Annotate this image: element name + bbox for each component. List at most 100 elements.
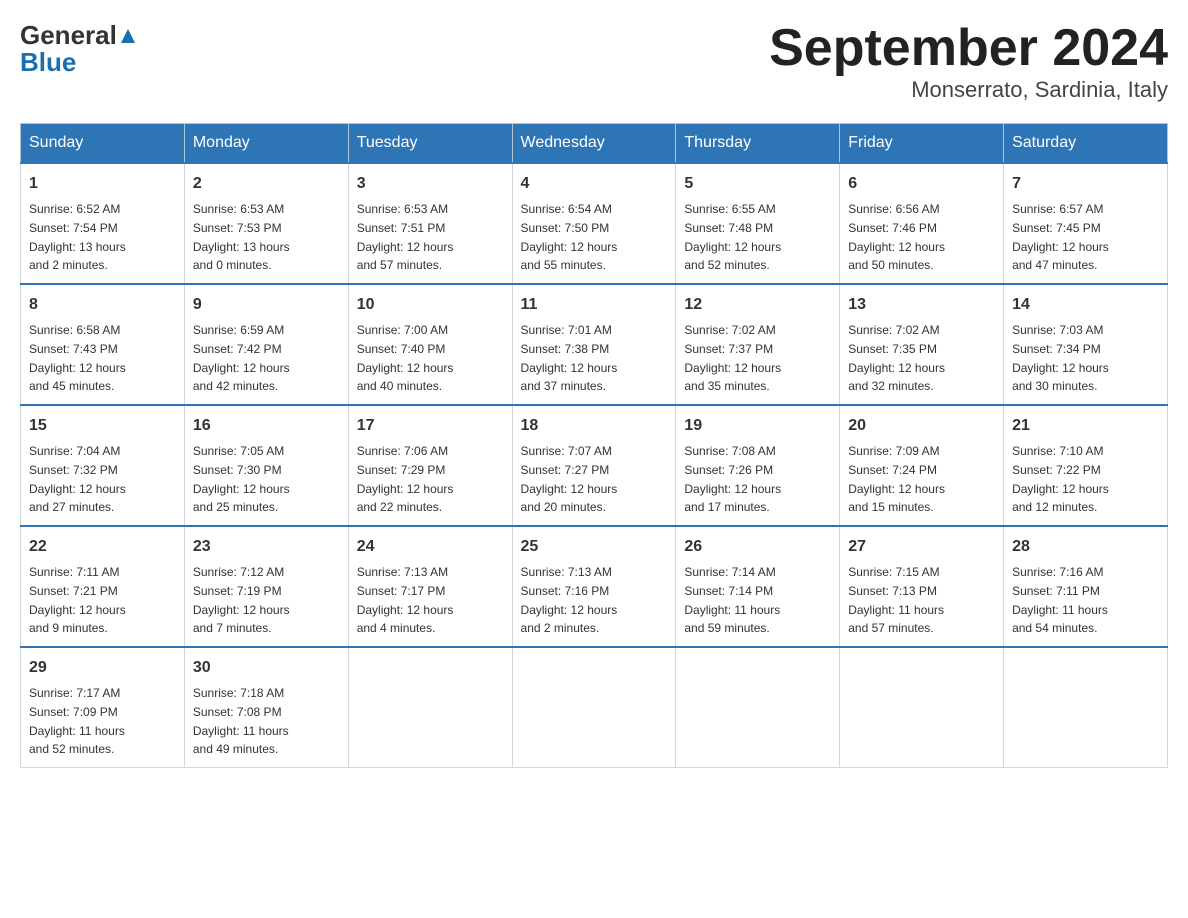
table-row: 18 Sunrise: 7:07 AMSunset: 7:27 PMDayligh… [512, 405, 676, 526]
table-row: 28 Sunrise: 7:16 AMSunset: 7:11 PMDayligh… [1004, 526, 1168, 647]
day-number: 23 [193, 535, 340, 559]
day-info: Sunrise: 6:56 AMSunset: 7:46 PMDaylight:… [848, 202, 945, 272]
table-row: 3Sunrise: 6:53 AMSunset: 7:51 PMDaylight… [348, 163, 512, 284]
header-saturday: Saturday [1004, 124, 1168, 164]
table-row: 17 Sunrise: 7:06 AMSunset: 7:29 PMDayligh… [348, 405, 512, 526]
weekday-header-row: Sunday Monday Tuesday Wednesday Thursday… [21, 124, 1168, 164]
table-row: 24 Sunrise: 7:13 AMSunset: 7:17 PMDayligh… [348, 526, 512, 647]
calendar-week-row: 29 Sunrise: 7:17 AMSunset: 7:09 PMDayligh… [21, 647, 1168, 768]
day-number: 10 [357, 293, 504, 317]
table-row [840, 647, 1004, 768]
header-wednesday: Wednesday [512, 124, 676, 164]
day-number: 19 [684, 414, 831, 438]
day-info: Sunrise: 7:10 AMSunset: 7:22 PMDaylight:… [1012, 444, 1109, 514]
day-info: Sunrise: 6:59 AMSunset: 7:42 PMDaylight:… [193, 323, 290, 393]
table-row: 8 Sunrise: 6:58 AMSunset: 7:43 PMDaylight… [21, 284, 185, 405]
day-info: Sunrise: 6:54 AMSunset: 7:50 PMDaylight:… [521, 202, 618, 272]
day-number: 17 [357, 414, 504, 438]
day-info: Sunrise: 7:11 AMSunset: 7:21 PMDaylight:… [29, 565, 126, 635]
table-row: 25 Sunrise: 7:13 AMSunset: 7:16 PMDayligh… [512, 526, 676, 647]
table-row: 16Sunrise: 7:05 AMSunset: 7:30 PMDayligh… [184, 405, 348, 526]
table-row: 15 Sunrise: 7:04 AMSunset: 7:32 PMDayligh… [21, 405, 185, 526]
calendar-week-row: 22 Sunrise: 7:11 AMSunset: 7:21 PMDayligh… [21, 526, 1168, 647]
day-info: Sunrise: 7:15 AMSunset: 7:13 PMDaylight:… [848, 565, 944, 635]
table-row: 20 Sunrise: 7:09 AMSunset: 7:24 PMDayligh… [840, 405, 1004, 526]
day-info: Sunrise: 6:53 AMSunset: 7:53 PMDaylight:… [193, 202, 290, 272]
page-header: General Blue September 2024 Monserrato, … [20, 20, 1168, 103]
day-info: Sunrise: 7:13 AMSunset: 7:16 PMDaylight:… [521, 565, 618, 635]
header-friday: Friday [840, 124, 1004, 164]
calendar-table: Sunday Monday Tuesday Wednesday Thursday… [20, 123, 1168, 768]
day-info: Sunrise: 7:00 AMSunset: 7:40 PMDaylight:… [357, 323, 454, 393]
day-number: 8 [29, 293, 176, 317]
table-row: 10 Sunrise: 7:00 AMSunset: 7:40 PMDayligh… [348, 284, 512, 405]
day-info: Sunrise: 6:55 AMSunset: 7:48 PMDaylight:… [684, 202, 781, 272]
day-info: Sunrise: 7:06 AMSunset: 7:29 PMDaylight:… [357, 444, 454, 514]
day-number: 9 [193, 293, 340, 317]
day-info: Sunrise: 6:57 AMSunset: 7:45 PMDaylight:… [1012, 202, 1109, 272]
day-number: 18 [521, 414, 668, 438]
header-thursday: Thursday [676, 124, 840, 164]
table-row: 23Sunrise: 7:12 AMSunset: 7:19 PMDayligh… [184, 526, 348, 647]
table-row [1004, 647, 1168, 768]
table-row: 11 Sunrise: 7:01 AMSunset: 7:38 PMDayligh… [512, 284, 676, 405]
day-number: 3 [357, 172, 504, 196]
day-info: Sunrise: 7:18 AMSunset: 7:08 PMDaylight:… [193, 686, 289, 756]
table-row: 29 Sunrise: 7:17 AMSunset: 7:09 PMDayligh… [21, 647, 185, 768]
day-info: Sunrise: 7:17 AMSunset: 7:09 PMDaylight:… [29, 686, 125, 756]
day-info: Sunrise: 7:14 AMSunset: 7:14 PMDaylight:… [684, 565, 780, 635]
day-number: 5 [684, 172, 831, 196]
table-row: 1 Sunrise: 6:52 AMSunset: 7:54 PMDaylight… [21, 163, 185, 284]
day-number: 21 [1012, 414, 1159, 438]
title-area: September 2024 Monserrato, Sardinia, Ita… [769, 20, 1168, 103]
day-number: 7 [1012, 172, 1159, 196]
day-number: 12 [684, 293, 831, 317]
day-info: Sunrise: 6:58 AMSunset: 7:43 PMDaylight:… [29, 323, 126, 393]
day-info: Sunrise: 6:52 AMSunset: 7:54 PMDaylight:… [29, 202, 126, 272]
table-row: 22 Sunrise: 7:11 AMSunset: 7:21 PMDayligh… [21, 526, 185, 647]
calendar-week-row: 15 Sunrise: 7:04 AMSunset: 7:32 PMDayligh… [21, 405, 1168, 526]
logo-blue: Blue [20, 47, 137, 78]
day-info: Sunrise: 7:04 AMSunset: 7:32 PMDaylight:… [29, 444, 126, 514]
table-row: 30 Sunrise: 7:18 AMSunset: 7:08 PMDayligh… [184, 647, 348, 768]
table-row: 21 Sunrise: 7:10 AMSunset: 7:22 PMDayligh… [1004, 405, 1168, 526]
day-number: 4 [521, 172, 668, 196]
day-number: 22 [29, 535, 176, 559]
day-number: 1 [29, 172, 176, 196]
day-number: 28 [1012, 535, 1159, 559]
day-number: 6 [848, 172, 995, 196]
calendar-week-row: 1 Sunrise: 6:52 AMSunset: 7:54 PMDaylight… [21, 163, 1168, 284]
day-number: 11 [521, 293, 668, 317]
day-number: 26 [684, 535, 831, 559]
day-info: Sunrise: 7:09 AMSunset: 7:24 PMDaylight:… [848, 444, 945, 514]
day-info: Sunrise: 7:02 AMSunset: 7:37 PMDaylight:… [684, 323, 781, 393]
table-row: 27 Sunrise: 7:15 AMSunset: 7:13 PMDayligh… [840, 526, 1004, 647]
day-number: 25 [521, 535, 668, 559]
logo: General Blue [20, 20, 137, 78]
day-info: Sunrise: 7:01 AMSunset: 7:38 PMDaylight:… [521, 323, 618, 393]
table-row: 14Sunrise: 7:03 AMSunset: 7:34 PMDayligh… [1004, 284, 1168, 405]
day-info: Sunrise: 7:02 AMSunset: 7:35 PMDaylight:… [848, 323, 945, 393]
day-info: Sunrise: 7:13 AMSunset: 7:17 PMDaylight:… [357, 565, 454, 635]
header-sunday: Sunday [21, 124, 185, 164]
table-row [512, 647, 676, 768]
table-row: 19 Sunrise: 7:08 AMSunset: 7:26 PMDayligh… [676, 405, 840, 526]
day-number: 29 [29, 656, 176, 680]
day-number: 2 [193, 172, 340, 196]
logo-triangle-icon [119, 27, 137, 45]
month-title: September 2024 [769, 20, 1168, 77]
day-info: Sunrise: 7:08 AMSunset: 7:26 PMDaylight:… [684, 444, 781, 514]
day-number: 27 [848, 535, 995, 559]
table-row: 6 Sunrise: 6:56 AMSunset: 7:46 PMDaylight… [840, 163, 1004, 284]
day-info: Sunrise: 7:07 AMSunset: 7:27 PMDaylight:… [521, 444, 618, 514]
table-row: 7 Sunrise: 6:57 AMSunset: 7:45 PMDaylight… [1004, 163, 1168, 284]
header-monday: Monday [184, 124, 348, 164]
day-number: 24 [357, 535, 504, 559]
day-info: Sunrise: 7:16 AMSunset: 7:11 PMDaylight:… [1012, 565, 1108, 635]
table-row [348, 647, 512, 768]
day-number: 20 [848, 414, 995, 438]
table-row [676, 647, 840, 768]
day-number: 30 [193, 656, 340, 680]
table-row: 13Sunrise: 7:02 AMSunset: 7:35 PMDayligh… [840, 284, 1004, 405]
day-number: 15 [29, 414, 176, 438]
